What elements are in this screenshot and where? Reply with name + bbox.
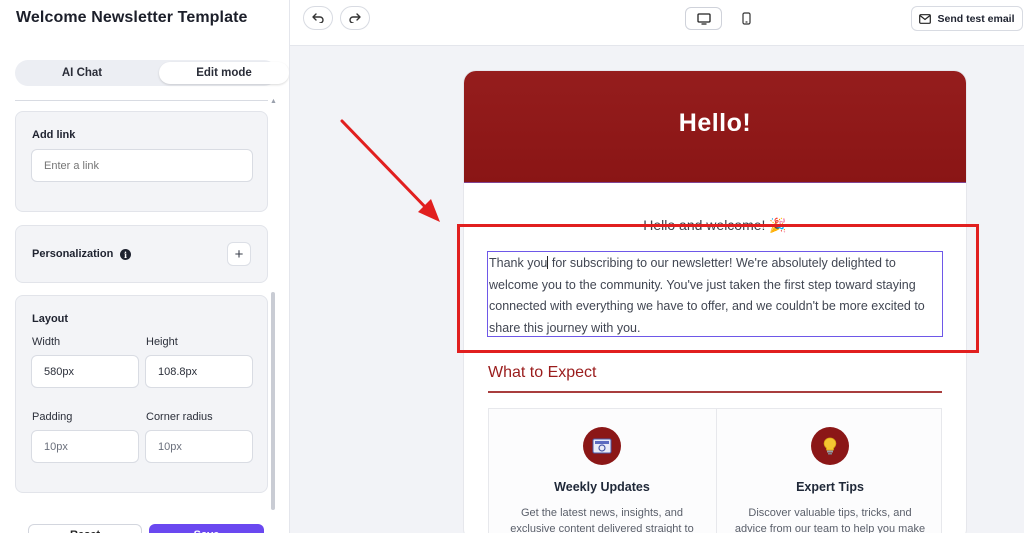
feature-card[interactable]: Expert Tips Discover valuable tips, tric… (716, 409, 942, 533)
personalization-label: Personalization (32, 248, 114, 260)
padding-label: Padding (32, 411, 73, 423)
highlight-box (457, 224, 979, 353)
sidebar-scrollbar[interactable] (271, 292, 275, 510)
add-link-panel: Add link (15, 111, 268, 212)
width-label: Width (32, 336, 61, 348)
mail-icon (919, 13, 932, 24)
undo-icon (312, 13, 324, 23)
feature-description: Discover valuable tips, tricks, and advi… (734, 507, 926, 533)
monitor-icon (696, 12, 711, 25)
feature-grid: Weekly Updates Get the latest news, insi… (488, 408, 942, 533)
editor-sidebar: Welcome Newsletter Template AI Chat Edit… (0, 0, 290, 533)
mode-switch: AI Chat Edit mode (15, 60, 289, 86)
hero-banner[interactable]: Hello! (464, 71, 966, 183)
undo-button[interactable] (303, 6, 333, 30)
personalization-panel: Personalization i + (15, 225, 268, 283)
section-title[interactable]: What to Expect (488, 364, 597, 382)
scroll-up-icon[interactable]: ▲ (270, 98, 277, 105)
redo-button[interactable] (340, 6, 370, 30)
tab-ai-chat[interactable]: AI Chat (17, 62, 147, 84)
add-personalization-button[interactable]: + (227, 242, 251, 266)
tab-edit-mode[interactable]: Edit mode (159, 62, 289, 84)
newspaper-icon (583, 427, 621, 465)
link-input[interactable] (31, 149, 253, 182)
info-icon[interactable]: i (120, 249, 131, 260)
phone-icon (742, 12, 751, 25)
divider (15, 100, 268, 101)
desktop-view-button[interactable] (685, 7, 722, 30)
send-test-email-button[interactable]: Send test email (911, 6, 1023, 31)
height-label: Height (146, 336, 178, 348)
width-field[interactable]: 580px (31, 355, 139, 388)
layout-label: Layout (32, 313, 69, 325)
feature-card[interactable]: Weekly Updates Get the latest news, insi… (489, 409, 715, 533)
plus-icon: + (234, 245, 244, 263)
corner-radius-field[interactable]: 10px (145, 430, 253, 463)
reset-button[interactable]: Reset (28, 524, 142, 533)
corner-radius-label: Corner radius (146, 411, 213, 423)
add-link-label: Add link (32, 129, 76, 141)
padding-field[interactable]: 10px (31, 430, 139, 463)
redo-icon (349, 13, 361, 23)
annotation-arrow-icon (340, 119, 440, 222)
hero-title[interactable]: Hello! (464, 109, 966, 138)
section-divider (488, 391, 942, 393)
feature-description: Get the latest news, insights, and exclu… (510, 507, 694, 533)
mobile-view-button[interactable] (728, 7, 765, 30)
lightbulb-icon (811, 427, 849, 465)
hero-selection-edge (464, 182, 966, 183)
height-field[interactable]: 108.8px (145, 355, 253, 388)
send-test-email-label: Send test email (937, 12, 1015, 25)
layout-panel: Layout Width 580px Height 108.8px Paddin… (15, 295, 268, 493)
feature-title: Weekly Updates (554, 480, 650, 494)
feature-title: Expert Tips (796, 480, 864, 494)
save-button[interactable]: Save (149, 524, 264, 533)
top-toolbar: Send test email (290, 0, 1024, 46)
template-title: Welcome Newsletter Template (16, 9, 248, 26)
